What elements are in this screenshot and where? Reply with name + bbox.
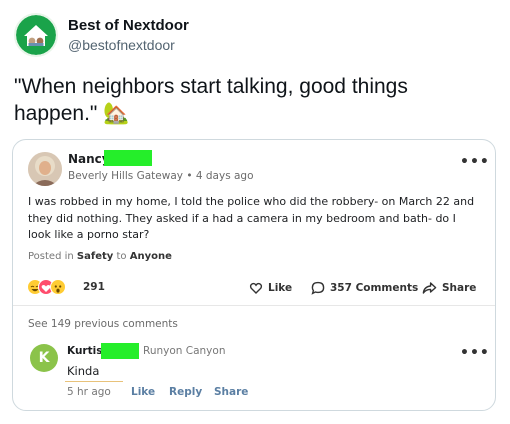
share-label: Share [442, 282, 477, 294]
posted-in-prefix: Posted in [28, 251, 74, 262]
house-logo-icon [16, 15, 56, 55]
comment-text: Kinda [67, 364, 100, 378]
house-emoji: 🏡 [103, 102, 130, 125]
like-button[interactable]: Like [249, 279, 292, 297]
commenter-name[interactable]: Kurtis [67, 345, 102, 357]
name-redaction [104, 150, 152, 166]
post-more-options-icon[interactable]: ••• [460, 154, 490, 170]
comment-reply-button[interactable]: Reply [169, 386, 202, 398]
wow-emoji-icon [50, 279, 66, 295]
post-meta: Beverly Hills Gateway • 4 days ago [68, 170, 254, 182]
commenter-neighborhood[interactable]: Runyon Canyon [143, 345, 225, 357]
account-handle[interactable]: @bestofnextdoor [68, 37, 175, 53]
comments-button[interactable]: 357 Comments [311, 279, 418, 297]
post-body: I was robbed in my home, I told the poli… [28, 195, 475, 241]
poster-avatar[interactable] [28, 152, 62, 186]
post-category[interactable]: Safety [77, 251, 113, 262]
reaction-count: 291 [83, 281, 105, 293]
nextdoor-post-card: Nancy Beverly Hills Gateway • 4 days ago… [12, 139, 496, 411]
poster-neighborhood[interactable]: Beverly Hills Gateway [68, 170, 183, 182]
comment-time: 5 hr ago [67, 386, 111, 398]
posted-to-word: to [116, 251, 127, 262]
comment-more-options-icon[interactable]: ••• [460, 345, 490, 361]
posted-in-line: Posted in Safety to Anyone [28, 251, 172, 262]
post-audience[interactable]: Anyone [130, 251, 172, 262]
commenter-name-redaction [101, 343, 139, 359]
comment-like-button[interactable]: Like [131, 386, 155, 398]
heart-outline-icon [249, 282, 263, 294]
post-divider [13, 305, 495, 306]
comment-bubble-icon [311, 281, 325, 295]
tweet-text-content: "When neighbors start talking, good thin… [14, 75, 408, 125]
comment-underline [65, 381, 123, 382]
person-photo-icon [28, 152, 62, 186]
comments-label: 357 Comments [330, 282, 419, 294]
see-previous-comments-link[interactable]: See 149 previous comments [28, 318, 178, 330]
post-time: 4 days ago [195, 170, 254, 182]
tweet-text: "When neighbors start talking, good thin… [14, 73, 484, 127]
meta-separator: • [186, 170, 193, 182]
share-button[interactable]: Share [422, 279, 476, 297]
like-label: Like [268, 282, 293, 294]
account-avatar[interactable] [14, 13, 58, 57]
commenter-avatar[interactable]: K [30, 344, 58, 372]
share-arrow-icon [422, 282, 437, 294]
comment-share-button[interactable]: Share [214, 386, 248, 398]
account-display-name[interactable]: Best of Nextdoor [68, 17, 189, 34]
